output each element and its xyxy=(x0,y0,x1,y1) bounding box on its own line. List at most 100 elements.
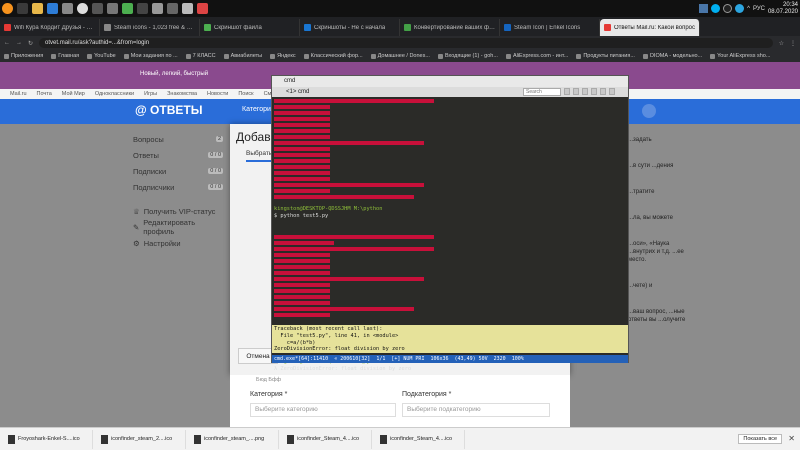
download-item[interactable]: iconfinder_steam_....png xyxy=(186,429,279,449)
skype-icon[interactable] xyxy=(711,4,721,13)
bookmark-item[interactable]: DIOMA - модельно... xyxy=(642,53,702,59)
app6-icon[interactable] xyxy=(182,3,193,14)
menu-icon[interactable] xyxy=(600,88,606,95)
mailru-nav-link[interactable]: Новости xyxy=(207,91,228,97)
browser-tab[interactable]: Wifi Кура Кордит Друзья - YouTube xyxy=(0,19,100,36)
categories-menu[interactable]: Категории xyxy=(242,106,275,113)
maximize-icon[interactable] xyxy=(591,88,597,95)
url-input[interactable]: otvet.mail.ru/ask?authid=...&from=login xyxy=(39,38,773,48)
bookmark-label: Приложения xyxy=(11,53,44,59)
download-item[interactable]: iconfinder_Steam_4....ico xyxy=(372,429,465,449)
app4-icon[interactable] xyxy=(152,3,163,14)
sidebar-item-label: Вопросы xyxy=(133,134,164,144)
mailru-nav-link[interactable]: Одноклассники xyxy=(95,91,134,97)
overwatch-icon[interactable] xyxy=(2,3,13,14)
download-item[interactable]: Froyoshark-Enkel-S....ico xyxy=(0,429,93,449)
mailru-nav-link[interactable]: Знакомства xyxy=(167,91,197,97)
bookmark-item[interactable]: 7 КЛАСС xyxy=(185,53,216,59)
download-filename: iconfinder_Steam_4....ico xyxy=(390,436,453,442)
start-icon[interactable] xyxy=(17,3,28,14)
status-field: 2320 xyxy=(493,356,506,362)
browser-tab[interactable]: Скриншот файла xyxy=(200,19,300,36)
mail-icon[interactable] xyxy=(62,3,73,14)
tab-choose[interactable]: Выбрать xyxy=(246,150,273,162)
bookmark-icon xyxy=(223,53,229,59)
category-select[interactable]: Выберите категорию xyxy=(250,403,396,417)
lock-icon[interactable] xyxy=(582,88,588,95)
show-all-button[interactable]: Показать все xyxy=(738,434,782,444)
mailru-nav-link[interactable]: Мой Мир xyxy=(62,91,85,97)
chrome-icon[interactable] xyxy=(77,3,88,14)
mailru-nav-link[interactable]: Почта xyxy=(37,91,52,97)
app5-icon[interactable] xyxy=(167,3,178,14)
otvety-logo[interactable]: @ ОТВЕТЫ xyxy=(135,103,202,117)
telegram-icon[interactable] xyxy=(735,4,745,13)
menu-icon[interactable]: ⋮ xyxy=(790,40,796,47)
file-icon xyxy=(101,434,108,444)
vk-icon[interactable] xyxy=(699,4,709,13)
list-icon[interactable] xyxy=(609,88,615,95)
terminal-search-input[interactable]: Search xyxy=(523,88,561,96)
close-icon[interactable]: ✕ xyxy=(788,434,795,443)
settings-link[interactable]: ⚙ Настройки xyxy=(133,237,223,249)
bookmark-item[interactable]: Классический фор... xyxy=(303,53,363,59)
browser-tab[interactable]: Конвертирование ваших файлов xyxy=(400,19,500,36)
bookmark-item[interactable]: Продукты питания... xyxy=(576,53,635,59)
bookmark-item[interactable]: Авиабилеты xyxy=(223,53,262,59)
mailru-nav-link[interactable]: Mail.ru xyxy=(10,91,27,97)
bookmark-item[interactable]: AliExpress.com - инт... xyxy=(505,53,568,59)
reload-icon[interactable]: ↻ xyxy=(28,40,33,47)
star-icon[interactable]: ☆ xyxy=(779,40,784,47)
tray-chevron-icon[interactable]: ^ xyxy=(747,6,750,12)
download-item[interactable]: iconfinder_Steam_4....ico xyxy=(279,429,372,449)
bookmark-item[interactable]: YouTube xyxy=(87,53,116,59)
browser-tab[interactable]: Steam icons - 1,023 free & premium xyxy=(100,19,200,36)
language-indicator[interactable]: РУС xyxy=(753,6,765,12)
app3-icon[interactable] xyxy=(137,3,148,14)
cmder-window[interactable]: cmd <1> cmd Search kingston@DESKTOP-QDSS… xyxy=(271,75,629,372)
terminal-output[interactable]: kingston@DESKTOP-QDSSJHM M:\python $ pyt… xyxy=(272,97,628,372)
bookmark-item[interactable]: Домашнее / Dones... xyxy=(370,53,430,59)
app7-icon[interactable] xyxy=(197,3,208,14)
sidebar-item-subscriptions[interactable]: Подписки 0 / 0 xyxy=(133,163,223,179)
app2-icon[interactable] xyxy=(122,3,133,14)
bookmark-item[interactable]: Your AliExpress sho... xyxy=(710,53,770,59)
mailru-nav-link[interactable]: Игры xyxy=(144,91,157,97)
bookmark-item[interactable]: Главная xyxy=(51,53,79,59)
back-icon[interactable]: ← xyxy=(4,40,10,46)
browser-tab[interactable]: Steam Icon | Enkel Icons xyxy=(500,19,600,36)
status-field: 100% xyxy=(511,356,524,362)
subcategory-select[interactable]: Выберите подкатегорию xyxy=(402,403,550,417)
highlighted-output-line xyxy=(274,135,330,139)
clock[interactable]: 20:34 08.07.2020 xyxy=(768,2,798,16)
download-item[interactable]: iconfinder_steam_2....ico xyxy=(93,429,186,449)
sidebar-item-subscribers[interactable]: Подписчики 0 / 0 xyxy=(133,179,223,195)
subcategory-label: Подкатегория * xyxy=(402,391,452,398)
bookmark-item[interactable]: Яндекс xyxy=(270,53,296,59)
browser-tab[interactable]: Ответы Mail.ru: Какой вопрос xyxy=(600,19,700,36)
highlighted-output-line xyxy=(274,177,330,181)
split-icon[interactable] xyxy=(573,88,579,95)
avatar[interactable] xyxy=(642,104,656,118)
bookmark-item[interactable]: Мои задания по ... xyxy=(123,53,178,59)
folder-icon[interactable] xyxy=(32,3,43,14)
system-tray: ^ РУС 20:34 08.07.2020 xyxy=(699,1,798,16)
mailru-nav-link[interactable]: Поиск xyxy=(238,91,253,97)
highlighted-output-line xyxy=(274,195,414,199)
vip-link[interactable]: ♕ Получить VIP-статус xyxy=(133,205,223,217)
browser-tab[interactable]: Скриншоты - Не с начала xyxy=(300,19,400,36)
sidebar-item-questions[interactable]: Вопросы 2 xyxy=(133,131,223,147)
settings-icon[interactable] xyxy=(107,3,118,14)
clock-time: 20:34 xyxy=(782,1,798,8)
steam-icon[interactable] xyxy=(723,4,733,13)
photos-icon[interactable] xyxy=(92,3,103,14)
forward-icon[interactable]: → xyxy=(16,40,22,46)
sidebar-item-answers[interactable]: Ответы 0 / 0 xyxy=(133,147,223,163)
edit-profile-link[interactable]: ✎ Редактировать профиль xyxy=(133,217,223,237)
new-console-icon[interactable] xyxy=(564,88,570,95)
favicon-icon xyxy=(404,24,411,31)
bookmark-item[interactable]: Приложения xyxy=(4,53,43,59)
bookmark-item[interactable]: Входящие (1) - goh... xyxy=(437,53,498,59)
app-icon[interactable] xyxy=(47,3,58,14)
format-options[interactable]: Бюд Бфф xyxy=(256,377,281,383)
